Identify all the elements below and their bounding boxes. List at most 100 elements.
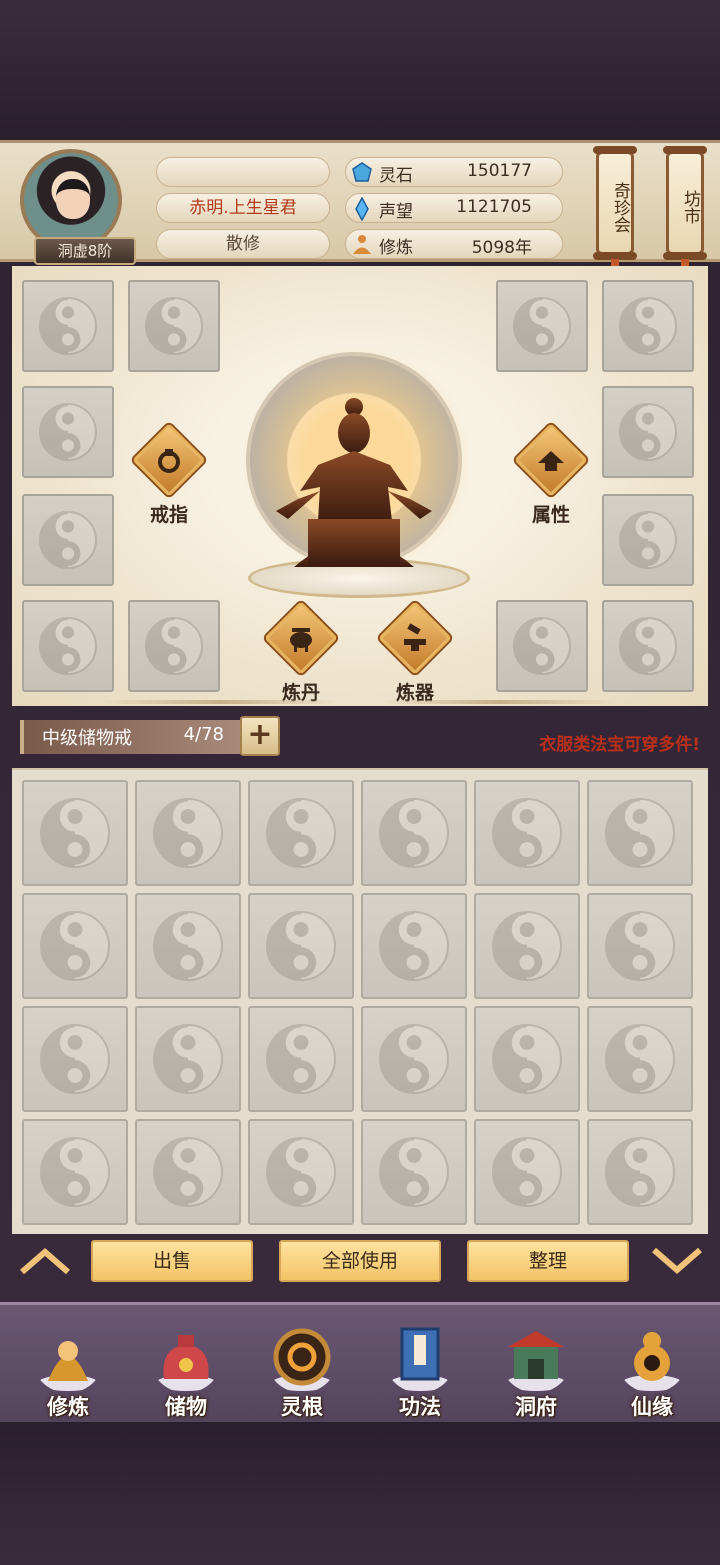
nav-label: 功法 xyxy=(399,1395,441,1419)
inventory-slot[interactable] xyxy=(361,1006,467,1112)
storage-capacity: 4/78 xyxy=(183,724,224,745)
inventory-slot[interactable] xyxy=(135,1119,241,1225)
nav-cultivation[interactable]: 修炼 xyxy=(16,1321,120,1425)
yinyang-icon xyxy=(492,911,562,981)
ring-diamond xyxy=(132,423,206,497)
sort-button[interactable]: 整理 xyxy=(467,1240,629,1282)
inventory-slot[interactable] xyxy=(22,780,128,886)
spirit-root-icon xyxy=(272,1328,332,1391)
sell-button[interactable]: 出售 xyxy=(91,1240,253,1282)
inventory-slot[interactable] xyxy=(587,1119,693,1225)
nav-storage[interactable]: 储物 xyxy=(134,1321,238,1425)
inventory-slot[interactable] xyxy=(248,893,354,999)
storage-ring-bar: 中级储物戒 4/78 xyxy=(20,720,240,754)
alchemy-button[interactable]: 炼丹 xyxy=(264,601,338,704)
inventory-slot[interactable] xyxy=(474,780,580,886)
inventory-slot[interactable] xyxy=(135,1006,241,1112)
yinyang-icon xyxy=(492,798,562,868)
anvil-hammer-icon xyxy=(404,623,426,651)
yinyang-icon xyxy=(266,1024,336,1094)
nav-immortal-fate[interactable]: 仙缘 xyxy=(600,1321,704,1425)
equip-slot[interactable] xyxy=(128,600,220,692)
yinyang-icon xyxy=(39,617,97,675)
inventory-slot[interactable] xyxy=(22,1006,128,1112)
nav-label: 仙缘 xyxy=(631,1395,673,1419)
straw-hat-icon xyxy=(538,451,564,471)
equip-slot[interactable] xyxy=(22,494,114,586)
page-down-icon[interactable] xyxy=(648,1244,706,1278)
technique-book-icon xyxy=(390,1327,450,1391)
yinyang-icon xyxy=(605,798,675,868)
equip-slot[interactable] xyxy=(22,600,114,692)
inventory-slot[interactable] xyxy=(135,893,241,999)
yinyang-icon xyxy=(39,511,97,569)
ring-label: 戒指 xyxy=(149,504,188,526)
player-name-field xyxy=(156,157,330,187)
nav-cave-abode[interactable]: 洞府 xyxy=(484,1321,588,1425)
inventory-slot[interactable] xyxy=(474,1119,580,1225)
treasure-fair-button[interactable]: 奇珍会 xyxy=(593,146,637,260)
storage-bag-icon xyxy=(156,1335,216,1391)
divider xyxy=(380,700,620,704)
inventory-slot[interactable] xyxy=(248,1006,354,1112)
cultivation-icon xyxy=(38,1341,98,1391)
inventory-slot[interactable] xyxy=(587,893,693,999)
inventory-slot[interactable] xyxy=(22,1119,128,1225)
inventory-slot[interactable] xyxy=(248,780,354,886)
cauldron-icon xyxy=(290,628,312,652)
forge-button[interactable]: 炼器 xyxy=(378,601,452,704)
equip-slot[interactable] xyxy=(602,600,694,692)
cave-abode-icon xyxy=(506,1331,566,1391)
yinyang-icon xyxy=(379,1024,449,1094)
inventory-slot[interactable] xyxy=(587,1006,693,1112)
inventory-slot[interactable] xyxy=(361,893,467,999)
avatar[interactable] xyxy=(20,149,122,251)
rank-badge: 洞虚8阶 xyxy=(34,237,136,265)
yinyang-icon xyxy=(39,403,97,461)
expand-storage-button[interactable]: + xyxy=(240,716,280,756)
meditating-figure-silhouette xyxy=(276,398,432,567)
equip-slot[interactable] xyxy=(602,386,694,478)
player-title: 赤明.上生星君 xyxy=(156,193,330,223)
nav-technique[interactable]: 功法 xyxy=(368,1321,472,1425)
nav-label: 修炼 xyxy=(47,1395,89,1419)
inventory-slot[interactable] xyxy=(474,1006,580,1112)
use-all-button[interactable]: 全部使用 xyxy=(279,1240,441,1282)
immortal-fate-icon xyxy=(622,1332,682,1391)
ring-button[interactable]: 戒指 xyxy=(132,423,206,526)
avatar-face xyxy=(56,179,90,219)
inventory-slot[interactable] xyxy=(135,780,241,886)
equip-slot[interactable] xyxy=(602,494,694,586)
ring-icon xyxy=(158,449,180,473)
equip-slot[interactable] xyxy=(602,280,694,372)
equip-slot[interactable] xyxy=(22,386,114,478)
equip-slot[interactable] xyxy=(496,280,588,372)
player-header: 洞虚8阶 赤明.上生星君 散修 灵石 150177 声望 1121705 修炼 … xyxy=(0,140,720,287)
stat-value: 1121705 xyxy=(456,197,532,217)
inventory-slot[interactable] xyxy=(22,893,128,999)
stat-label: 灵石 xyxy=(379,166,413,186)
bottom-nav: 修炼 储物 灵根 功法 洞府 仙缘 xyxy=(0,1302,720,1422)
inventory-slot[interactable] xyxy=(248,1119,354,1225)
inventory-slot[interactable] xyxy=(361,780,467,886)
page-up-icon[interactable] xyxy=(16,1244,74,1278)
yinyang-icon xyxy=(153,911,223,981)
stat-spirit-stone: 灵石 150177 xyxy=(345,157,563,187)
yinyang-icon xyxy=(40,798,110,868)
yinyang-icon xyxy=(513,297,571,355)
yinyang-icon xyxy=(40,1137,110,1207)
nav-spirit-root[interactable]: 灵根 xyxy=(250,1321,354,1425)
nav-label: 洞府 xyxy=(515,1395,557,1419)
yinyang-icon xyxy=(619,297,677,355)
avatar-frame[interactable]: 洞虚8阶 xyxy=(20,149,136,265)
inventory-slot[interactable] xyxy=(474,893,580,999)
equip-slot[interactable] xyxy=(22,280,114,372)
attributes-button[interactable]: 属性 xyxy=(514,423,588,526)
equip-slot[interactable] xyxy=(496,600,588,692)
inventory-slot[interactable] xyxy=(587,780,693,886)
inventory-slot[interactable] xyxy=(361,1119,467,1225)
market-button[interactable]: 坊市 xyxy=(663,146,707,260)
equip-slot[interactable] xyxy=(128,280,220,372)
yinyang-icon xyxy=(39,297,97,355)
yinyang-icon xyxy=(40,1024,110,1094)
